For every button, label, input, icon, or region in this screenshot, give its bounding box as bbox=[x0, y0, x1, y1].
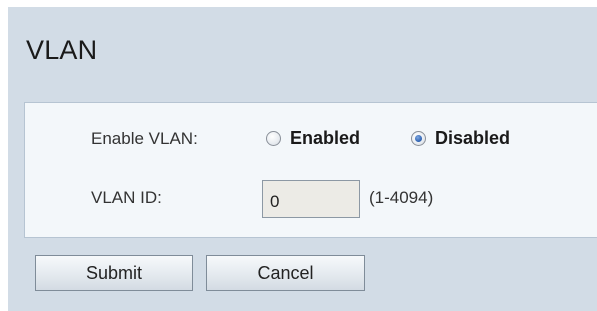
disabled-radio[interactable] bbox=[411, 131, 426, 146]
vlan-id-range-hint: (1-4094) bbox=[369, 188, 434, 207]
enabled-radio-label[interactable]: Enabled bbox=[290, 128, 360, 149]
radio-option-disabled[interactable]: Disabled bbox=[411, 128, 510, 149]
enable-vlan-label: Enable VLAN: bbox=[91, 129, 198, 148]
radio-option-enabled[interactable]: Enabled bbox=[266, 128, 360, 149]
cancel-button[interactable]: Cancel bbox=[206, 255, 365, 291]
submit-button[interactable]: Submit bbox=[35, 255, 193, 291]
enabled-radio[interactable] bbox=[266, 131, 281, 146]
disabled-radio-label[interactable]: Disabled bbox=[435, 128, 510, 149]
page-title: VLAN bbox=[26, 35, 98, 65]
vlan-settings-panel: Enable VLAN: Enabled Disabled VLAN ID: (… bbox=[24, 102, 597, 238]
vlan-id-input[interactable] bbox=[262, 180, 360, 218]
vlan-settings-frame: VLAN Enable VLAN: Enabled Disabled VLAN … bbox=[8, 7, 597, 311]
vlan-id-label: VLAN ID: bbox=[91, 188, 162, 207]
